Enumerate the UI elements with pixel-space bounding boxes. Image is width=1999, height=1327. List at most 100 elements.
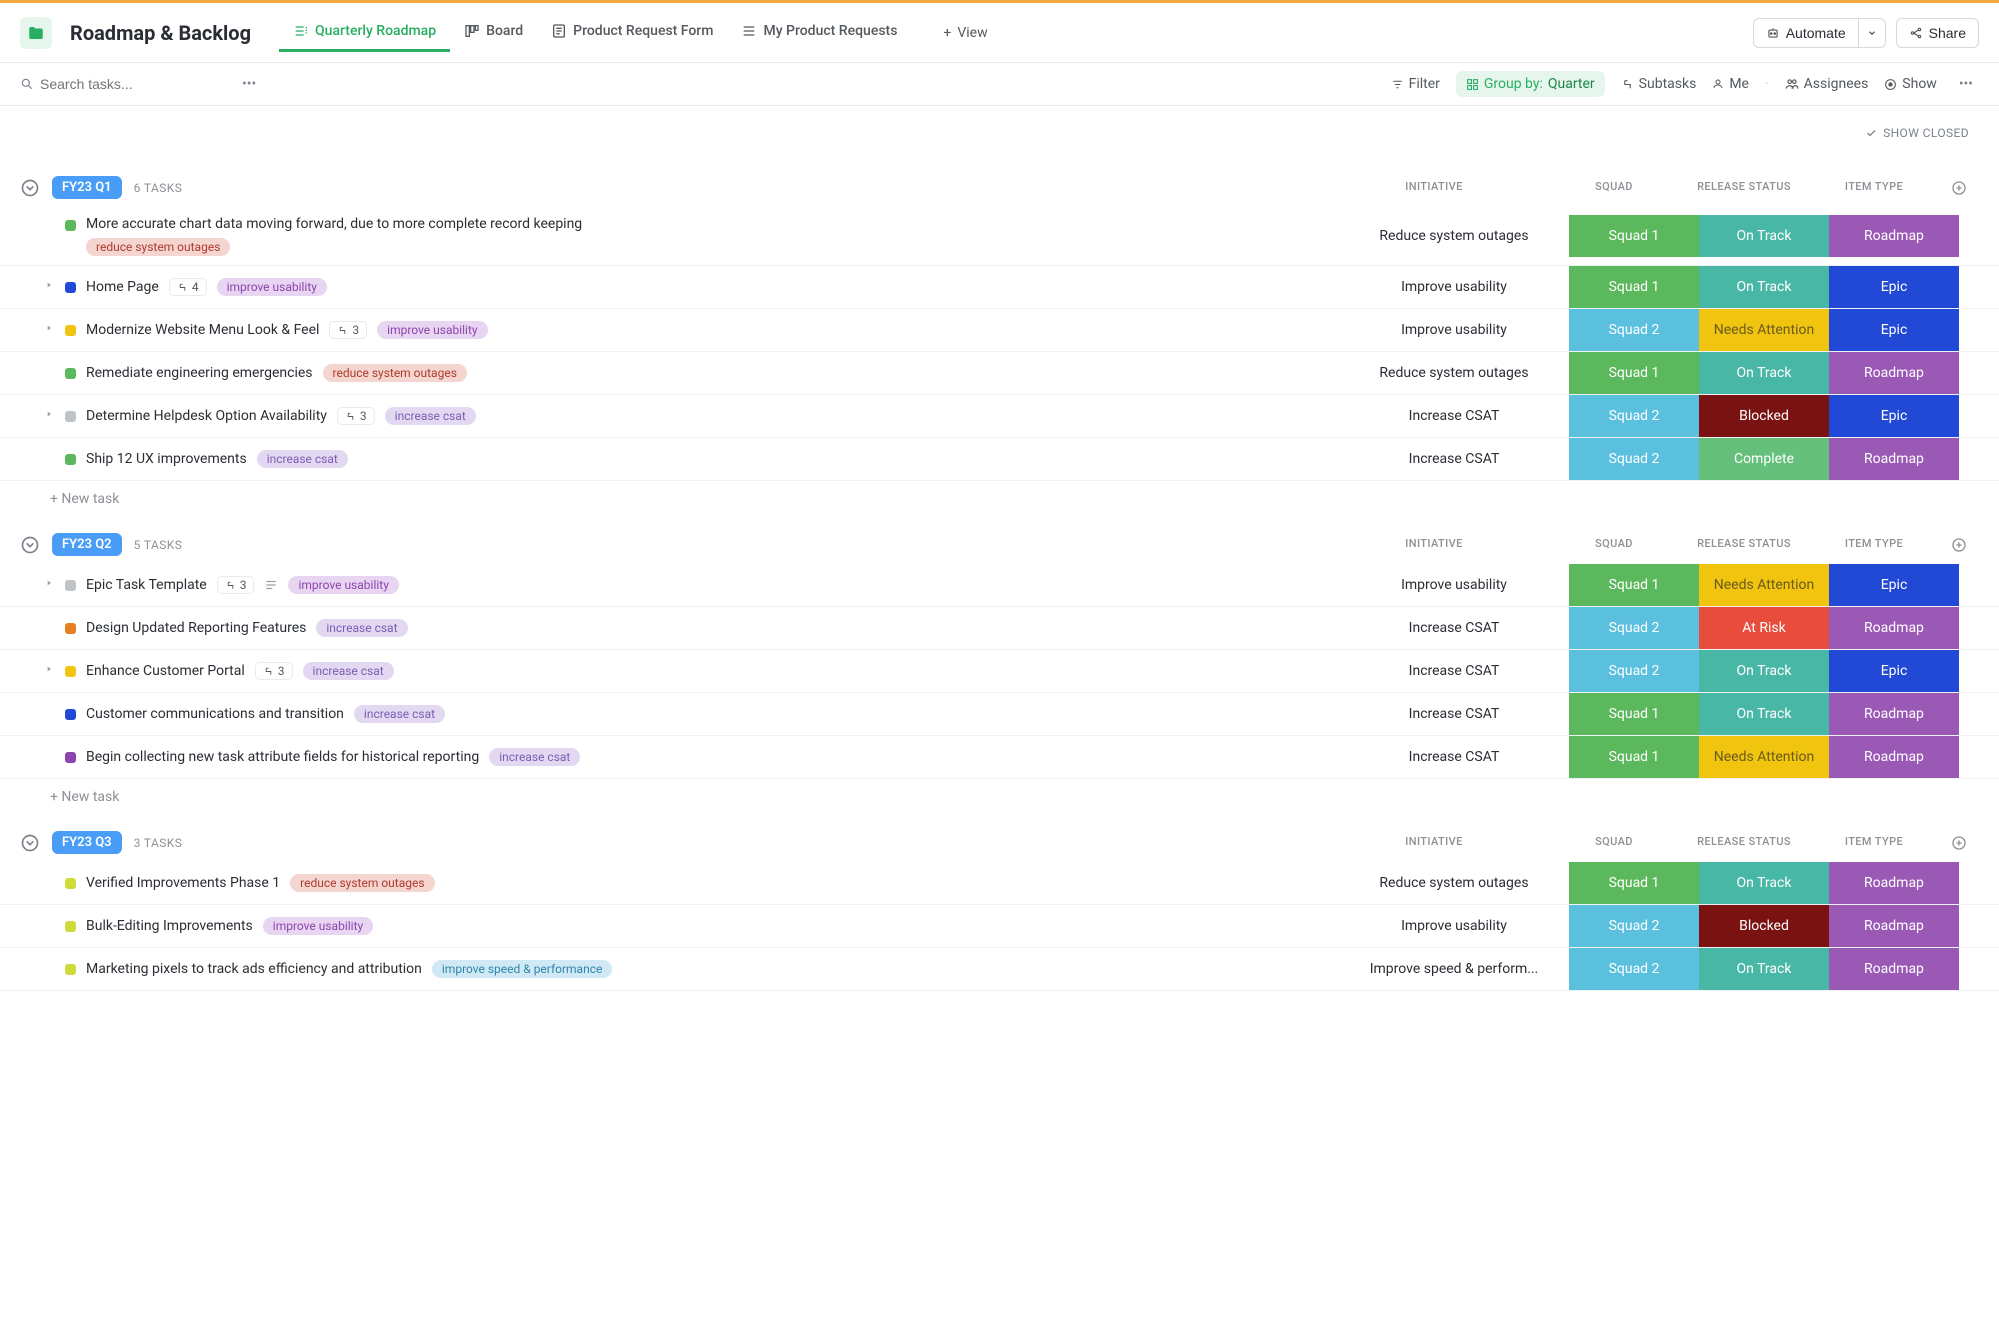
status-square-icon[interactable] <box>65 282 76 293</box>
squad-cell[interactable]: Squad 1 <box>1569 736 1699 778</box>
task-row[interactable]: Remediate engineering emergencies reduce … <box>0 351 1999 394</box>
release-status-cell[interactable]: On Track <box>1699 862 1829 904</box>
item-type-cell[interactable]: Epic <box>1829 309 1959 351</box>
subtask-count-badge[interactable]: 4 <box>169 278 207 296</box>
subtask-count-badge[interactable]: 3 <box>337 407 375 425</box>
task-title[interactable]: Customer communications and transition <box>86 706 344 722</box>
tag-reduce[interactable]: reduce system outages <box>323 364 467 382</box>
release-status-cell[interactable]: On Track <box>1699 948 1829 990</box>
initiative-cell[interactable]: Reduce system outages <box>1339 228 1569 244</box>
task-row[interactable]: Modernize Website Menu Look & Feel3impro… <box>0 308 1999 351</box>
task-row[interactable]: Home Page4improve usability Improve usab… <box>0 265 1999 308</box>
initiative-cell[interactable]: Increase CSAT <box>1339 663 1569 679</box>
task-title[interactable]: Begin collecting new task attribute fiel… <box>86 749 479 765</box>
tab-board[interactable]: Board <box>450 13 537 52</box>
expand-caret-icon[interactable] <box>45 665 55 673</box>
squad-cell[interactable]: Squad 2 <box>1569 650 1699 692</box>
show-button[interactable]: Show <box>1884 76 1937 92</box>
status-square-icon[interactable] <box>65 964 76 975</box>
col-header-item-type[interactable]: ITEM TYPE <box>1809 835 1939 851</box>
squad-cell[interactable]: Squad 1 <box>1569 266 1699 308</box>
task-row[interactable]: Customer communications and transition in… <box>0 692 1999 735</box>
task-row[interactable]: Design Updated Reporting Featuresincreas… <box>0 606 1999 649</box>
initiative-cell[interactable]: Reduce system outages <box>1339 365 1569 381</box>
task-row[interactable]: Marketing pixels to track ads efficiency… <box>0 947 1999 991</box>
item-type-cell[interactable]: Roadmap <box>1829 438 1959 480</box>
task-title[interactable]: Marketing pixels to track ads efficiency… <box>86 961 422 977</box>
tab-my-product-requests[interactable]: My Product Requests <box>727 13 911 52</box>
item-type-cell[interactable]: Epic <box>1829 650 1959 692</box>
col-header-item-type[interactable]: ITEM TYPE <box>1809 537 1939 553</box>
add-column-button[interactable] <box>1939 537 1979 553</box>
tag-improve_usability[interactable]: improve usability <box>377 321 487 339</box>
show-closed-button[interactable]: SHOW CLOSED <box>0 116 1999 150</box>
task-row[interactable]: Begin collecting new task attribute fiel… <box>0 735 1999 779</box>
tag-increase_csat[interactable]: increase csat <box>489 748 580 766</box>
group-pill[interactable]: FY23 Q1 <box>52 176 122 199</box>
tag-increase_csat[interactable]: increase csat <box>257 450 348 468</box>
task-row[interactable]: Epic Task Template3improve usability Imp… <box>0 564 1999 606</box>
status-square-icon[interactable] <box>65 878 76 889</box>
squad-cell[interactable]: Squad 2 <box>1569 905 1699 947</box>
assignees-button[interactable]: Assignees <box>1785 76 1869 92</box>
initiative-cell[interactable]: Improve usability <box>1339 279 1569 295</box>
collapse-chevron-icon[interactable] <box>20 535 40 555</box>
item-type-cell[interactable]: Epic <box>1829 266 1959 308</box>
me-button[interactable]: Me <box>1712 76 1749 92</box>
task-title[interactable]: Ship 12 UX improvements <box>86 451 247 467</box>
item-type-cell[interactable]: Roadmap <box>1829 948 1959 990</box>
release-status-cell[interactable]: Complete <box>1699 438 1829 480</box>
tag-improve_usability[interactable]: improve usability <box>288 576 398 594</box>
item-type-cell[interactable]: Roadmap <box>1829 693 1959 735</box>
task-title[interactable]: More accurate chart data moving forward,… <box>86 216 582 232</box>
status-square-icon[interactable] <box>65 454 76 465</box>
add-view-button[interactable]: + View <box>929 15 1001 51</box>
tag-increase_csat[interactable]: increase csat <box>316 619 407 637</box>
description-icon[interactable] <box>264 578 278 592</box>
tag-increase_csat[interactable]: increase csat <box>385 407 476 425</box>
item-type-cell[interactable]: Roadmap <box>1829 215 1959 257</box>
status-square-icon[interactable] <box>65 580 76 591</box>
squad-cell[interactable]: Squad 1 <box>1569 693 1699 735</box>
tag-increase_csat[interactable]: increase csat <box>354 705 445 723</box>
item-type-cell[interactable]: Roadmap <box>1829 736 1959 778</box>
initiative-cell[interactable]: Increase CSAT <box>1339 749 1569 765</box>
squad-cell[interactable]: Squad 2 <box>1569 395 1699 437</box>
add-column-button[interactable] <box>1939 180 1979 196</box>
expand-caret-icon[interactable] <box>45 281 55 289</box>
initiative-cell[interactable]: Increase CSAT <box>1339 408 1569 424</box>
share-button[interactable]: Share <box>1896 18 1979 48</box>
initiative-cell[interactable]: Improve usability <box>1339 918 1569 934</box>
release-status-cell[interactable]: Needs Attention <box>1699 564 1829 606</box>
new-task-button[interactable]: + New task <box>0 779 1999 805</box>
squad-cell[interactable]: Squad 1 <box>1569 215 1699 257</box>
item-type-cell[interactable]: Roadmap <box>1829 352 1959 394</box>
subtask-count-badge[interactable]: 3 <box>217 576 255 594</box>
release-status-cell[interactable]: Needs Attention <box>1699 309 1829 351</box>
subtask-count-badge[interactable]: 3 <box>255 662 293 680</box>
collapse-chevron-icon[interactable] <box>20 178 40 198</box>
release-status-cell[interactable]: Blocked <box>1699 395 1829 437</box>
col-header-squad[interactable]: SQUAD <box>1549 180 1679 196</box>
squad-cell[interactable]: Squad 1 <box>1569 352 1699 394</box>
automate-button[interactable]: Automate <box>1753 18 1858 48</box>
collapse-chevron-icon[interactable] <box>20 833 40 853</box>
tag-improve_usability[interactable]: improve usability <box>263 917 373 935</box>
tag-increase_csat[interactable]: increase csat <box>303 662 394 680</box>
status-square-icon[interactable] <box>65 411 76 422</box>
task-title[interactable]: Enhance Customer Portal <box>86 663 245 679</box>
release-status-cell[interactable]: At Risk <box>1699 607 1829 649</box>
col-header-initiative[interactable]: INITIATIVE <box>1319 537 1549 553</box>
task-title[interactable]: Remediate engineering emergencies <box>86 365 313 381</box>
squad-cell[interactable]: Squad 1 <box>1569 564 1699 606</box>
col-header-initiative[interactable]: INITIATIVE <box>1319 835 1549 851</box>
tag-reduce[interactable]: reduce system outages <box>86 238 230 256</box>
initiative-cell[interactable]: Increase CSAT <box>1339 451 1569 467</box>
status-square-icon[interactable] <box>65 921 76 932</box>
status-square-icon[interactable] <box>65 368 76 379</box>
release-status-cell[interactable]: Needs Attention <box>1699 736 1829 778</box>
item-type-cell[interactable]: Roadmap <box>1829 607 1959 649</box>
initiative-cell[interactable]: Improve usability <box>1339 322 1569 338</box>
release-status-cell[interactable]: On Track <box>1699 352 1829 394</box>
group-pill[interactable]: FY23 Q3 <box>52 831 122 854</box>
